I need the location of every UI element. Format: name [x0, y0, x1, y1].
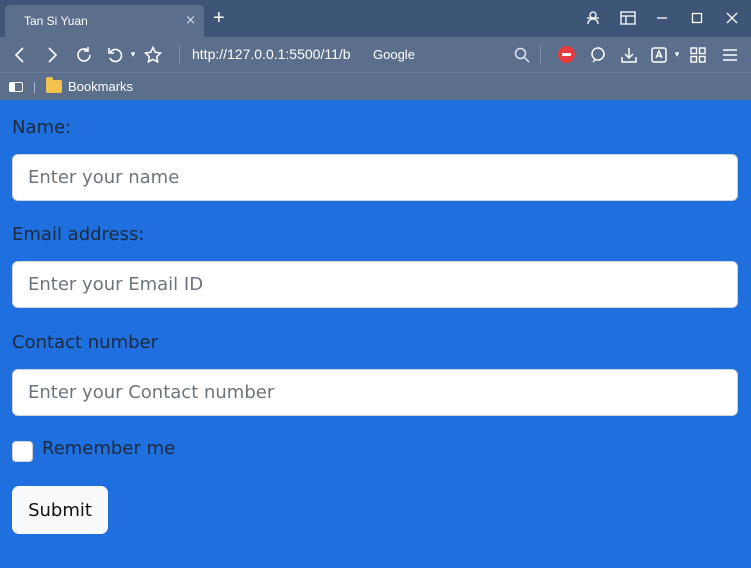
- name-input[interactable]: [12, 154, 738, 201]
- name-label: Name:: [12, 117, 72, 138]
- browser-titlebar: Tan Si Yuan × +: [0, 0, 751, 37]
- nav-divider: [179, 45, 180, 64]
- contact-input[interactable]: [12, 369, 738, 416]
- adblock-extension-icon[interactable]: [558, 46, 575, 63]
- search-engine-label[interactable]: Google: [373, 47, 415, 62]
- submit-button[interactable]: Submit: [12, 486, 108, 534]
- maximize-icon[interactable]: [687, 8, 707, 28]
- address-bar[interactable]: http://127.0.0.1:5500/11/b: [192, 46, 351, 62]
- page-content: Name: Email address: Contact number Reme…: [0, 100, 751, 568]
- forward-icon[interactable]: [41, 44, 63, 66]
- download-icon[interactable]: [618, 44, 640, 66]
- search-icon[interactable]: [511, 44, 533, 66]
- remember-me-checkbox[interactable]: [12, 441, 33, 462]
- incognito-icon[interactable]: [583, 8, 603, 28]
- new-tab-icon[interactable]: +: [213, 7, 225, 30]
- remember-me-label[interactable]: Remember me: [42, 438, 175, 459]
- tab-close-icon[interactable]: ×: [185, 13, 196, 28]
- undo-dropdown-icon[interactable]: ▾: [122, 44, 144, 66]
- email-label: Email address:: [12, 224, 145, 245]
- bookmarks-folder[interactable]: Bookmarks: [68, 79, 133, 94]
- bookmarks-bar: Bookmarks: [0, 72, 751, 100]
- extension-icon[interactable]: [587, 44, 609, 66]
- folder-icon: [46, 77, 62, 93]
- sidebar-toggle-icon[interactable]: [9, 82, 23, 92]
- browser-navbar: ▾ http://127.0.0.1:5500/11/b Google ▾: [0, 37, 751, 72]
- contact-label: Contact number: [12, 332, 159, 353]
- favorite-star-icon[interactable]: [142, 44, 164, 66]
- browser-tab[interactable]: Tan Si Yuan ×: [5, 5, 204, 37]
- close-window-icon[interactable]: [722, 8, 742, 28]
- tab-title: Tan Si Yuan: [24, 14, 88, 28]
- nav-divider: [540, 45, 541, 64]
- apps-grid-icon[interactable]: [687, 44, 709, 66]
- bookmarks-divider: [34, 82, 35, 93]
- translate-dropdown-icon[interactable]: ▾: [666, 44, 688, 66]
- menu-icon[interactable]: [719, 44, 741, 66]
- back-icon[interactable]: [9, 44, 31, 66]
- sidebar-panel-icon[interactable]: [618, 8, 638, 28]
- reload-icon[interactable]: [73, 44, 95, 66]
- email-input[interactable]: [12, 261, 738, 308]
- minimize-icon[interactable]: [652, 8, 672, 28]
